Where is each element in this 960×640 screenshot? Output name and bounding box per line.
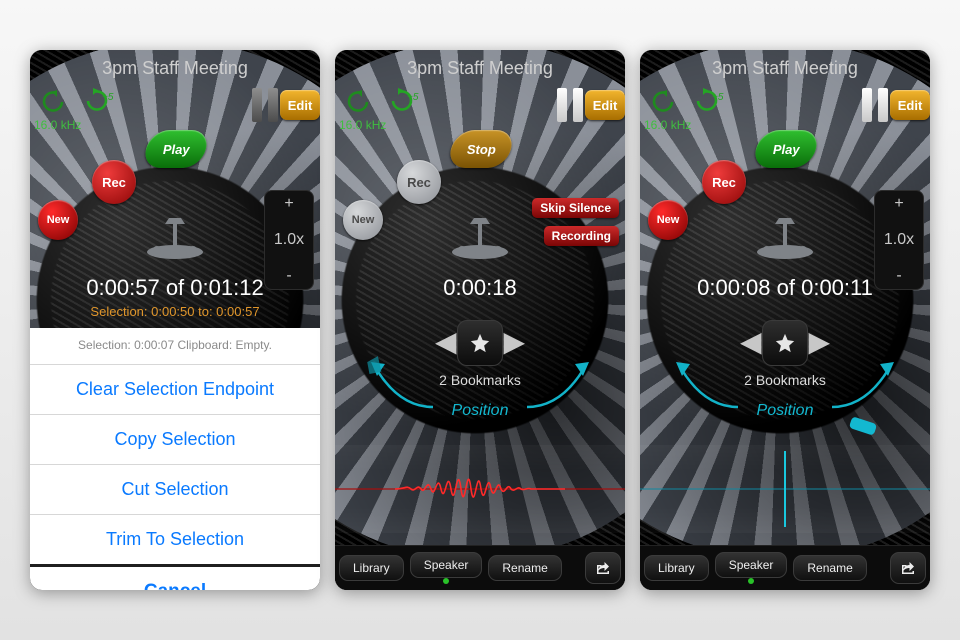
waveform[interactable] xyxy=(640,445,930,533)
active-indicator-icon xyxy=(443,578,449,584)
sheet-cancel[interactable]: Cancel xyxy=(30,564,320,590)
skip-back-icon[interactable] xyxy=(648,90,676,117)
share-button[interactable] xyxy=(890,552,926,584)
rec-button[interactable]: Rec xyxy=(92,160,136,204)
rec-button[interactable]: Rec xyxy=(702,160,746,204)
skip-back-icon[interactable] xyxy=(343,90,371,117)
phone-screen-edit-sheet: 3pm Staff Meeting +5 16.0 kHz Edit Play … xyxy=(30,50,320,590)
phone-screen-playback: 3pm Staff Meeting +5 16.0 kHz Edit Play … xyxy=(640,50,930,590)
pause-icon[interactable] xyxy=(252,88,278,122)
sheet-copy-selection[interactable]: Copy Selection xyxy=(30,415,320,465)
position-label: Position xyxy=(452,402,509,420)
conference-mic-icon xyxy=(139,212,211,260)
phone-screen-recording: 3pm Staff Meeting +5 16.0 kHz Edit Stop … xyxy=(335,50,625,590)
speaker-button[interactable]: Speaker xyxy=(715,552,788,578)
pause-icon[interactable] xyxy=(557,88,583,122)
speed-plus[interactable]: + xyxy=(284,195,293,213)
skip-silence-badge[interactable]: Skip Silence xyxy=(532,198,619,218)
rename-button[interactable]: Rename xyxy=(793,555,866,581)
svg-text:+5: +5 xyxy=(712,92,724,103)
new-button[interactable]: New xyxy=(648,200,688,240)
bottom-toolbar: Library Speaker Rename xyxy=(335,545,625,590)
sheet-clear-selection-endpoint[interactable]: Clear Selection Endpoint xyxy=(30,365,320,415)
edit-button[interactable]: Edit xyxy=(890,90,930,120)
time-display: 0:00:08 of 0:00:11 xyxy=(640,275,930,301)
speed-value: 1.0x xyxy=(274,231,304,249)
recording-title: 3pm Staff Meeting xyxy=(640,58,930,79)
bookmark-button[interactable] xyxy=(762,320,808,366)
conference-mic-icon xyxy=(444,212,516,260)
share-button[interactable] xyxy=(585,552,621,584)
sample-rate: 16.0 kHz xyxy=(339,118,386,132)
skip-back-icon[interactable] xyxy=(38,90,66,117)
new-button[interactable]: New xyxy=(343,200,383,240)
rename-button[interactable]: Rename xyxy=(488,555,561,581)
selection-display: Selection: 0:00:50 to: 0:00:57 xyxy=(30,304,320,319)
recording-badge: Recording xyxy=(544,226,619,246)
sheet-info: Selection: 0:00:07 Clipboard: Empty. xyxy=(30,328,320,365)
rec-button[interactable]: Rec xyxy=(397,160,441,204)
waveform[interactable] xyxy=(335,445,625,533)
active-indicator-icon xyxy=(748,578,754,584)
position-arrow-left-icon xyxy=(365,352,445,432)
time-display: 0:00:18 xyxy=(335,275,625,301)
sheet-trim-to-selection[interactable]: Trim To Selection xyxy=(30,515,320,565)
speed-plus[interactable]: + xyxy=(894,195,903,213)
edit-button[interactable]: Edit xyxy=(280,90,320,120)
sample-rate: 16.0 kHz xyxy=(644,118,691,132)
sample-rate: 16.0 kHz xyxy=(34,118,81,132)
skip-forward-icon[interactable]: +5 xyxy=(82,88,116,117)
skip-forward-icon[interactable]: +5 xyxy=(692,88,726,117)
new-button[interactable]: New xyxy=(38,200,78,240)
skip-forward-icon[interactable]: +5 xyxy=(387,88,421,117)
time-display: 0:00:57 of 0:01:12 xyxy=(30,275,320,301)
svg-text:+5: +5 xyxy=(102,92,114,103)
svg-text:+5: +5 xyxy=(407,92,419,103)
recording-title: 3pm Staff Meeting xyxy=(30,58,320,79)
recording-title: 3pm Staff Meeting xyxy=(335,58,625,79)
pause-icon[interactable] xyxy=(862,88,888,122)
position-label: Position xyxy=(757,402,814,420)
position-arrow-left-icon xyxy=(670,352,750,432)
speaker-button[interactable]: Speaker xyxy=(410,552,483,578)
library-button[interactable]: Library xyxy=(644,555,709,581)
library-button[interactable]: Library xyxy=(339,555,404,581)
edit-action-sheet: Selection: 0:00:07 Clipboard: Empty. Cle… xyxy=(30,328,320,590)
bookmark-button[interactable] xyxy=(457,320,503,366)
speed-value: 1.0x xyxy=(884,231,914,249)
bottom-toolbar: Library Speaker Rename xyxy=(640,545,930,590)
edit-button[interactable]: Edit xyxy=(585,90,625,120)
sheet-cut-selection[interactable]: Cut Selection xyxy=(30,465,320,515)
conference-mic-icon xyxy=(749,212,821,260)
position-arrow-right-icon xyxy=(515,352,595,432)
